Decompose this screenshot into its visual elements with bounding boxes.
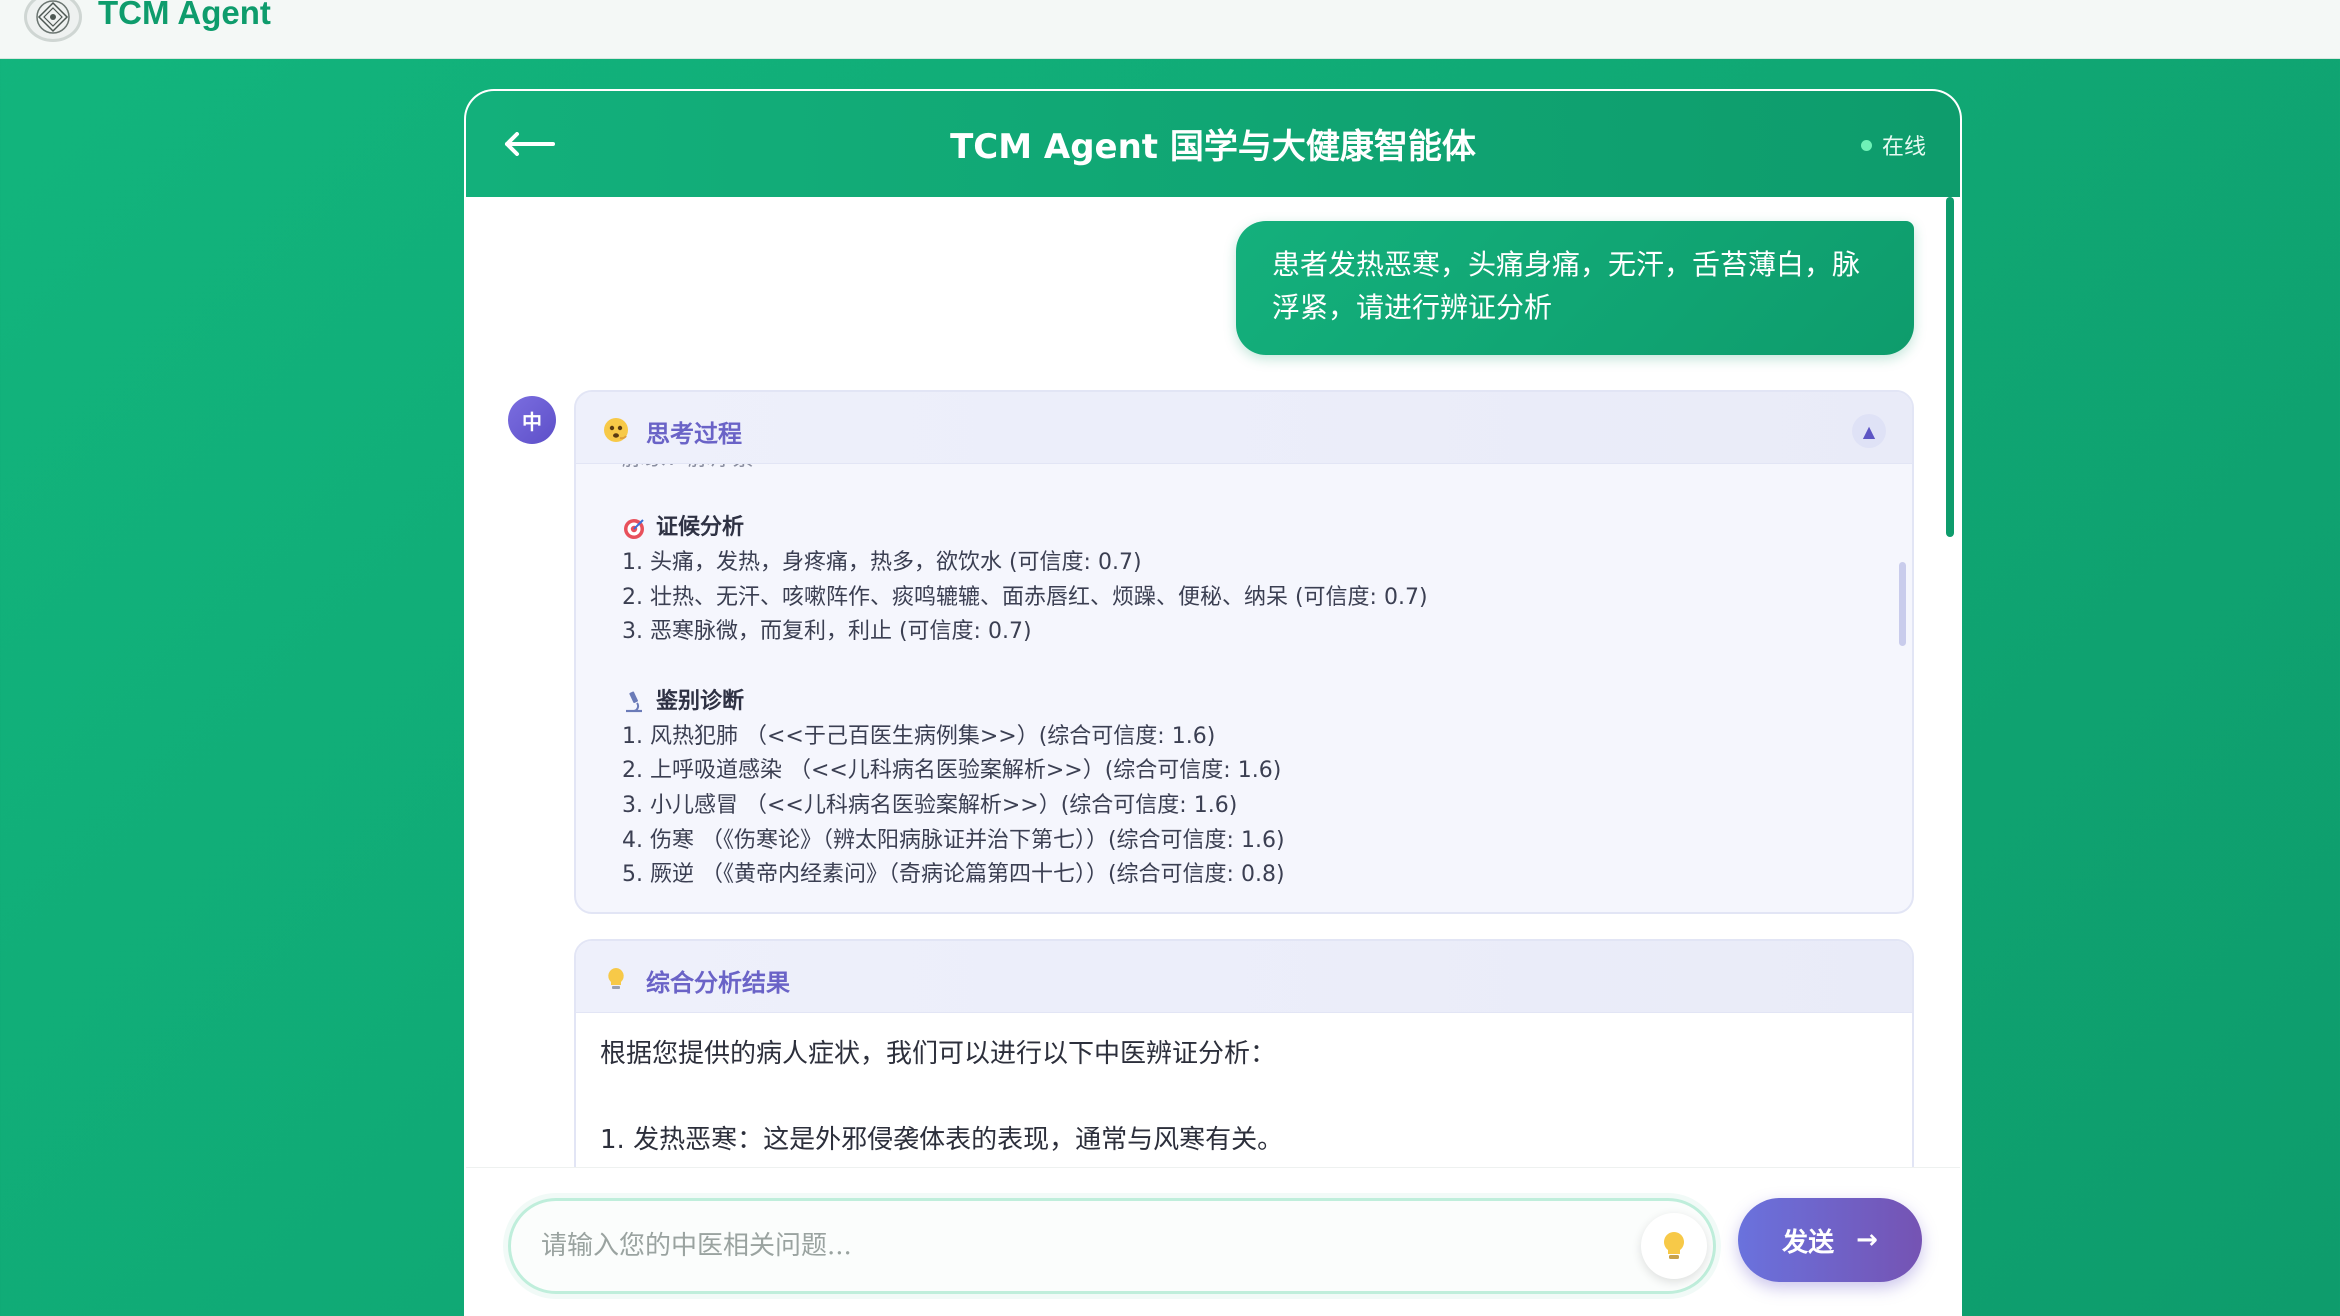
- result-panel-title: 综合分析结果: [646, 969, 790, 997]
- user-message-bubble: 患者发热恶寒，头痛身痛，无汗，舌苔薄白，脉浮紧，请进行辨证分析: [1236, 221, 1914, 355]
- thinking-panel-title: 思考过程: [646, 420, 742, 448]
- collapse-button[interactable]: ▲: [1852, 414, 1886, 448]
- microscope-icon: [626, 691, 642, 713]
- differential-item: 4. 伤寒 （《伤寒论》（辨太阳病脉证并治下第七））(综合可信度: 1.6): [622, 827, 1285, 853]
- message-input[interactable]: [541, 1201, 1631, 1291]
- differential-section-title: 鉴别诊断: [622, 685, 1866, 720]
- result-line: 1. 发热恶寒：这是外邪侵袭体表的表现，通常与风寒有关。: [600, 1125, 1284, 1155]
- status-label: 在线: [1881, 135, 1926, 160]
- top-navigation-bar: TCM Agent: [0, 0, 2340, 59]
- message-scrollbar-thumb[interactable]: [1946, 197, 1954, 537]
- message-input-box[interactable]: [508, 1198, 1716, 1294]
- arrow-right-icon: →: [1856, 1225, 1878, 1255]
- thinking-panel: 思考过程 ▲ 脉象：脉浮紧 证候分析 1. 头痛，发热，身疼痛: [574, 390, 1914, 914]
- syndrome-item: 3. 恶寒脉微，而复利，利止 (可信度: 0.7): [622, 619, 1032, 645]
- differential-item: 5. 厥逆 （《黄帝内经素问》（奇病论篇第四十七））(综合可信度: 0.8): [622, 862, 1285, 888]
- thinking-face-icon: [604, 418, 628, 442]
- chat-title: TCM Agent 国学与大健康智能体: [950, 127, 1476, 167]
- suggestion-button[interactable]: [1641, 1213, 1707, 1279]
- differential-title-text: 鉴别诊断: [656, 688, 745, 714]
- send-label: 发送: [1782, 1227, 1835, 1258]
- lightbulb-icon: [1664, 1232, 1684, 1259]
- lightbulb-icon: [608, 968, 624, 989]
- differential-item: 3. 小儿感冒 （<<儿科病名医验案解析>>）(综合可信度: 1.6): [622, 792, 1238, 818]
- thinking-panel-header[interactable]: 思考过程 ▲: [576, 392, 1912, 464]
- bot-avatar: 中: [508, 396, 556, 444]
- syndrome-section-title: 证候分析: [622, 511, 1866, 546]
- online-status: 在线: [1860, 129, 1926, 161]
- target-icon: [624, 518, 644, 539]
- online-dot-icon: [1860, 139, 1872, 151]
- syndrome-item: 1. 头痛，发热，身疼痛，热多，欲饮水 (可信度: 0.7): [622, 550, 1142, 576]
- send-button[interactable]: 发送 →: [1738, 1198, 1922, 1282]
- truncated-line: 脉象：脉浮紧: [622, 464, 1866, 477]
- message-list[interactable]: 患者发热恶寒，头痛身痛，无汗，舌苔薄白，脉浮紧，请进行辨证分析 中 思考过程 ▲: [466, 197, 1960, 1255]
- triangle-up-icon: ▲: [1862, 421, 1876, 441]
- thinking-panel-body[interactable]: 脉象：脉浮紧 证候分析 1. 头痛，发热，身疼痛，热多，欲饮水 (可信度: 0.…: [576, 464, 1912, 912]
- inner-scrollbar-thumb[interactable]: [1899, 562, 1906, 646]
- composer-area: 发送 →: [466, 1167, 1960, 1316]
- syndrome-item: 2. 壮热、无汗、咳嗽阵作、痰鸣辘辘、面赤唇红、烦躁、便秘、纳呆 (可信度: 0…: [622, 584, 1428, 610]
- differential-item: 2. 上呼吸道感染 （<<儿科病名医验案解析>>）(综合可信度: 1.6): [622, 758, 1282, 784]
- brand-name[interactable]: TCM Agent: [98, 0, 271, 32]
- chat-window: TCM Agent 国学与大健康智能体 在线 患者发热恶寒，头痛身痛，无汗，舌苔…: [464, 89, 1962, 1316]
- chat-header: TCM Agent 国学与大健康智能体 在线: [466, 91, 1960, 197]
- result-panel-header: 综合分析结果: [576, 941, 1912, 1013]
- differential-item: 1. 风热犯肺 （<<于己百医生病例集>>）(综合可信度: 1.6): [622, 723, 1216, 749]
- syndrome-title-text: 证候分析: [656, 515, 745, 541]
- result-line: 根据您提供的病人症状，我们可以进行以下中医辨证分析：: [600, 1039, 1277, 1069]
- leaf-emblem-icon[interactable]: [24, 0, 82, 42]
- result-panel-body: 根据您提供的病人症状，我们可以进行以下中医辨证分析： 1. 发热恶寒：这是外邪侵…: [576, 1013, 1912, 1182]
